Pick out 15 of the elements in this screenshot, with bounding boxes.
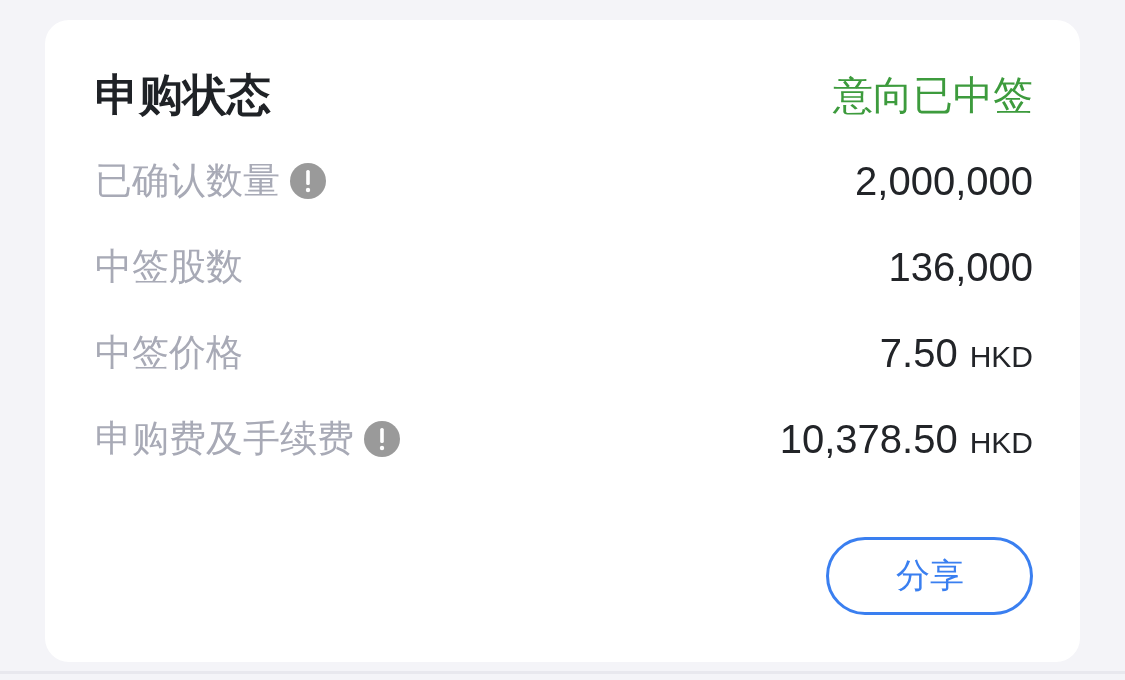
exclamation-icon[interactable] (290, 163, 326, 199)
row-label: 申购费及手续费 (95, 417, 354, 461)
row-value: 136,000 (888, 244, 1033, 290)
exclamation-icon[interactable] (364, 421, 400, 457)
row-value: 7.50 (879, 330, 958, 376)
currency-unit: HKD (969, 425, 1033, 460)
row-value: 2,000,000 (855, 158, 1033, 204)
row-label: 已确认数量 (95, 159, 280, 203)
share-button[interactable]: 分享 (826, 537, 1033, 615)
row-label: 中签价格 (95, 331, 243, 375)
card-title: 申购状态 (95, 68, 271, 121)
row-value: 10,378.50 (779, 416, 958, 462)
currency-unit: HKD (969, 339, 1033, 374)
row-label: 中签股数 (95, 245, 243, 289)
status-text: 意向已中签 (833, 71, 1033, 119)
